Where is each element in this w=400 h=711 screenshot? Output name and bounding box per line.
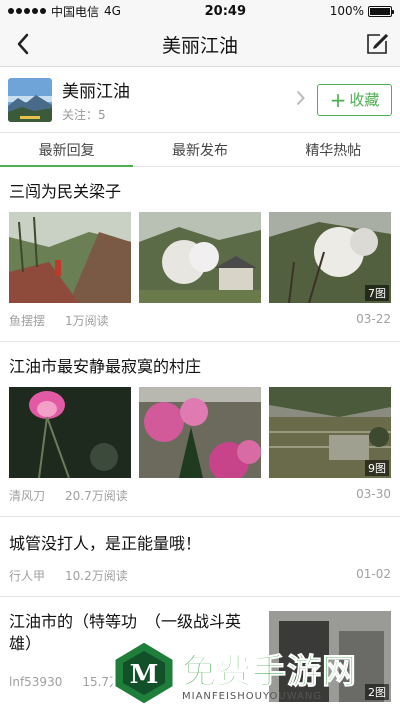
post-item[interactable]: 三闯为民关梁子 7图 鱼摆摆 1万阅读 03-22 xyxy=(0,167,400,342)
post-image[interactable] xyxy=(9,212,131,303)
back-arrow-icon[interactable] xyxy=(8,29,38,59)
favorite-label: 收藏 xyxy=(349,91,380,109)
post-views: 10.2万阅读 xyxy=(65,569,128,583)
page-title: 美丽江油 xyxy=(161,34,238,57)
post-date: 01-02 xyxy=(356,567,391,581)
battery-level xyxy=(370,7,390,15)
status-right: 100% xyxy=(329,4,394,18)
forum-thumbnail xyxy=(8,77,52,122)
forum-name: 美丽江油 xyxy=(62,81,130,102)
post-views: 1万阅读 xyxy=(65,314,109,328)
post-author: 清风刀 xyxy=(9,489,46,503)
signal-icon xyxy=(8,8,46,14)
nav-bar: 美丽江油 xyxy=(0,22,400,67)
post-item[interactable]: 江油市的（特等功 （一级战斗英雄） lnf53930 15.7万阅读 2图 xyxy=(0,597,400,702)
image-count-badge: 7图 xyxy=(365,285,389,301)
post-item[interactable]: 城管没打人，是正能量哦！ 行人甲 10.2万阅读 01-02 xyxy=(0,517,400,597)
image-count-badge: 2图 xyxy=(365,684,389,700)
post-meta: 清风刀 20.7万阅读 03-30 xyxy=(9,478,391,516)
post-images: 7图 xyxy=(9,212,391,303)
post-title: 江油市最安静最寂寞的村庄 xyxy=(9,357,202,376)
post-views: 15.7万阅读 xyxy=(82,675,146,689)
status-bar: 中国电信 4G 20:49 100% xyxy=(0,0,400,22)
battery-icon xyxy=(368,5,394,17)
post-image[interactable]: 7图 xyxy=(269,212,391,303)
post-images: 9图 xyxy=(9,387,391,478)
tab-featured[interactable]: 精华热帖 xyxy=(267,133,400,166)
post-title: 城管没打人，是正能量哦！ xyxy=(9,534,202,553)
carrier: 中国电信 xyxy=(51,4,100,19)
forum-followers: 关注：5 xyxy=(62,107,106,122)
tab-label: 最新回复 xyxy=(38,142,95,159)
post-views: 20.7万阅读 xyxy=(65,489,128,503)
post-date: 03-30 xyxy=(356,487,391,501)
post-item[interactable]: 江油市最安静最寂寞的村庄 9图 清风刀 20.7万阅读 03-30 xyxy=(0,342,400,517)
network: 4G xyxy=(104,4,121,18)
favorite-button[interactable]: + 收藏 xyxy=(317,83,392,116)
post-meta: 行人甲 10.2万阅读 01-02 xyxy=(9,555,391,596)
status-left: 中国电信 4G xyxy=(8,3,121,20)
post-date: 03-22 xyxy=(356,312,391,326)
forum-info: 美丽江油 关注：5 xyxy=(62,77,296,123)
plus-icon: + xyxy=(329,87,347,112)
tab-label: 精华热帖 xyxy=(305,142,362,159)
tab-latest-post[interactable]: 最新发布 xyxy=(133,133,266,166)
chevron-right-icon[interactable] xyxy=(296,90,305,110)
post-author: 鱼摆摆 xyxy=(9,314,46,328)
post-image[interactable] xyxy=(9,387,131,478)
post-meta: lnf53930 15.7万阅读 xyxy=(9,655,259,702)
post-image[interactable]: 9图 xyxy=(269,387,391,478)
forum-header[interactable]: 美丽江油 关注：5 + 收藏 xyxy=(0,67,400,133)
tab-latest-reply[interactable]: 最新回复 xyxy=(0,133,134,167)
post-image[interactable] xyxy=(139,212,261,303)
post-image[interactable] xyxy=(139,387,261,478)
post-image[interactable]: 2图 xyxy=(269,611,391,702)
post-meta: 鱼摆摆 1万阅读 03-22 xyxy=(9,303,391,341)
clock: 20:49 xyxy=(204,3,247,19)
tab-label: 最新发布 xyxy=(171,142,228,159)
post-title: 江油市的（特等功 （一级战斗英雄） xyxy=(9,612,242,653)
edit-icon[interactable] xyxy=(362,29,392,59)
post-author: 行人甲 xyxy=(9,569,46,583)
battery-percent: 100% xyxy=(329,4,364,18)
post-title: 三闯为民关梁子 xyxy=(9,182,122,201)
tab-bar: 最新回复 最新发布 精华热帖 xyxy=(0,133,400,167)
post-author: lnf53930 xyxy=(9,675,63,689)
image-count-badge: 9图 xyxy=(365,460,389,476)
